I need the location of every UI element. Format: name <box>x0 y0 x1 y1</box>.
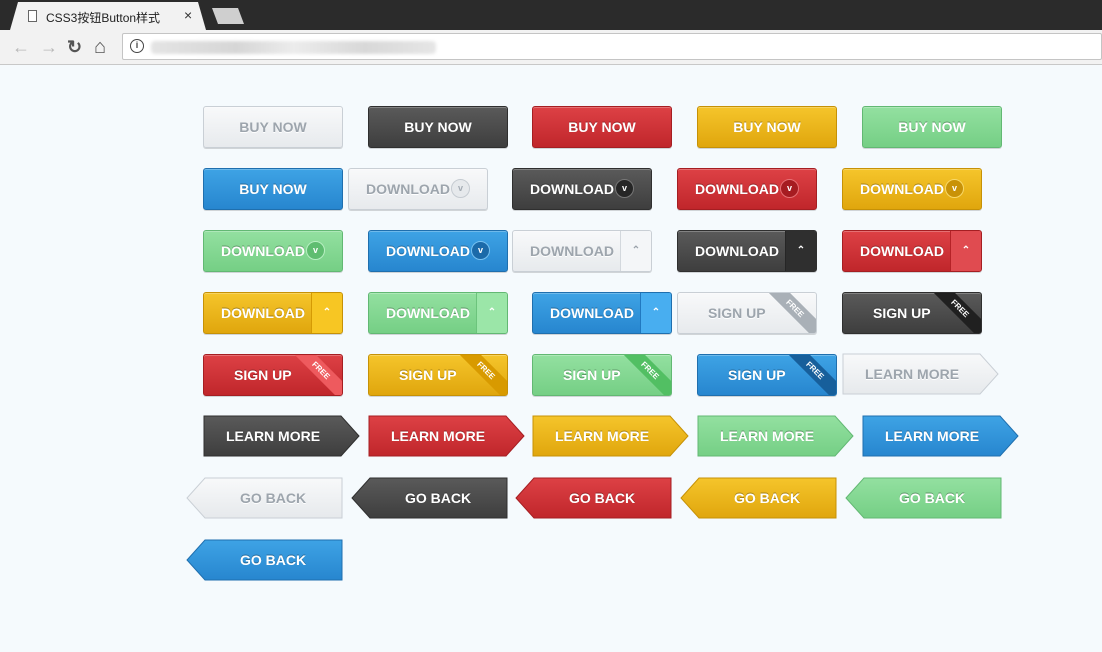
double-chevron-up-icon: ⌃ <box>950 231 981 271</box>
go-back-button-white[interactable]: GO BACK <box>186 477 344 519</box>
free-ribbon: FREE <box>612 355 671 395</box>
double-chevron-up-icon: ⌃ <box>620 231 651 271</box>
free-ribbon: FREE <box>757 293 816 333</box>
browser-tab[interactable]: CSS3按钮Button样式 × <box>10 2 206 30</box>
browser-toolbar: ← → ↻ ⌂ i <box>0 30 1102 65</box>
learn-more-button-yellow[interactable]: LEARN MORE <box>532 415 690 457</box>
sign-up-button-dark[interactable]: SIGN UP FREE <box>842 292 982 334</box>
double-chevron-up-icon: ⌃ <box>785 231 816 271</box>
go-back-button-yellow[interactable]: GO BACK <box>680 477 838 519</box>
buy-now-button-red[interactable]: BUY NOW <box>532 106 672 148</box>
go-back-button-dark[interactable]: GO BACK <box>351 477 509 519</box>
chevron-down-circle-icon: v <box>471 241 490 260</box>
sign-up-button-green[interactable]: SIGN UP FREE <box>532 354 672 396</box>
chevron-down-circle-icon: v <box>780 179 799 198</box>
double-chevron-up-icon: ⌃ <box>476 293 507 333</box>
go-back-button-green[interactable]: GO BACK <box>845 477 1003 519</box>
go-back-button-red[interactable]: GO BACK <box>515 477 673 519</box>
forward-arrow-icon[interactable]: → <box>40 37 58 57</box>
double-chevron-up-icon: ⌃ <box>311 293 342 333</box>
chevron-down-circle-icon: v <box>451 179 470 198</box>
free-ribbon: FREE <box>448 355 507 395</box>
buy-now-button-green[interactable]: BUY NOW <box>862 106 1002 148</box>
buy-now-button-yellow[interactable]: BUY NOW <box>697 106 837 148</box>
address-text-blurred <box>151 41 436 54</box>
info-icon[interactable]: i <box>130 39 144 53</box>
download-button-blue-segment[interactable]: DOWNLOAD ⌃ <box>532 292 672 334</box>
download-button-white-circle[interactable]: DOWNLOAD v <box>348 168 488 210</box>
download-button-white-segment[interactable]: DOWNLOAD ⌃ <box>512 230 652 272</box>
sign-up-button-white[interactable]: SIGN UP FREE <box>677 292 817 334</box>
chevron-down-circle-icon: v <box>945 179 964 198</box>
download-button-red-segment[interactable]: DOWNLOAD ⌃ <box>842 230 982 272</box>
back-arrow-icon[interactable]: ← <box>12 37 30 57</box>
download-button-green-circle[interactable]: DOWNLOAD v <box>203 230 343 272</box>
download-button-blue-circle[interactable]: DOWNLOAD v <box>368 230 508 272</box>
new-tab-button[interactable] <box>212 8 244 24</box>
sign-up-button-red[interactable]: SIGN UP FREE <box>203 354 343 396</box>
page-icon <box>28 10 37 22</box>
free-ribbon: FREE <box>283 355 342 395</box>
buy-now-button-white[interactable]: BUY NOW <box>203 106 343 148</box>
double-chevron-up-icon: ⌃ <box>640 293 671 333</box>
address-bar[interactable]: i <box>122 33 1102 60</box>
buy-now-button-blue[interactable]: BUY NOW <box>203 168 343 210</box>
buy-now-button-dark[interactable]: BUY NOW <box>368 106 508 148</box>
free-ribbon: FREE <box>777 355 836 395</box>
learn-more-button-red[interactable]: LEARN MORE <box>368 415 526 457</box>
go-back-button-blue[interactable]: GO BACK <box>186 539 344 581</box>
download-button-yellow-circle[interactable]: DOWNLOAD v <box>842 168 982 210</box>
learn-more-button-dark[interactable]: LEARN MORE <box>203 415 361 457</box>
download-button-green-segment[interactable]: DOWNLOAD ⌃ <box>368 292 508 334</box>
download-button-dark-segment[interactable]: DOWNLOAD ⌃ <box>677 230 817 272</box>
sign-up-button-blue[interactable]: SIGN UP FREE <box>697 354 837 396</box>
download-button-dark-circle[interactable]: DOWNLOAD v <box>512 168 652 210</box>
chevron-down-circle-icon: v <box>615 179 634 198</box>
free-ribbon: FREE <box>922 293 981 333</box>
download-button-red-circle[interactable]: DOWNLOAD v <box>677 168 817 210</box>
tab-title: CSS3按钮Button样式 <box>46 11 161 25</box>
learn-more-button-white[interactable]: LEARN MORE <box>842 353 1000 395</box>
reload-icon[interactable]: ↻ <box>67 37 82 57</box>
home-icon[interactable]: ⌂ <box>94 37 106 57</box>
tab-strip: CSS3按钮Button样式 × <box>0 0 1102 30</box>
close-tab-icon[interactable]: × <box>184 7 192 23</box>
learn-more-button-blue[interactable]: LEARN MORE <box>862 415 1020 457</box>
download-button-yellow-segment[interactable]: DOWNLOAD ⌃ <box>203 292 343 334</box>
sign-up-button-yellow[interactable]: SIGN UP FREE <box>368 354 508 396</box>
learn-more-button-green[interactable]: LEARN MORE <box>697 415 855 457</box>
chevron-down-circle-icon: v <box>306 241 325 260</box>
